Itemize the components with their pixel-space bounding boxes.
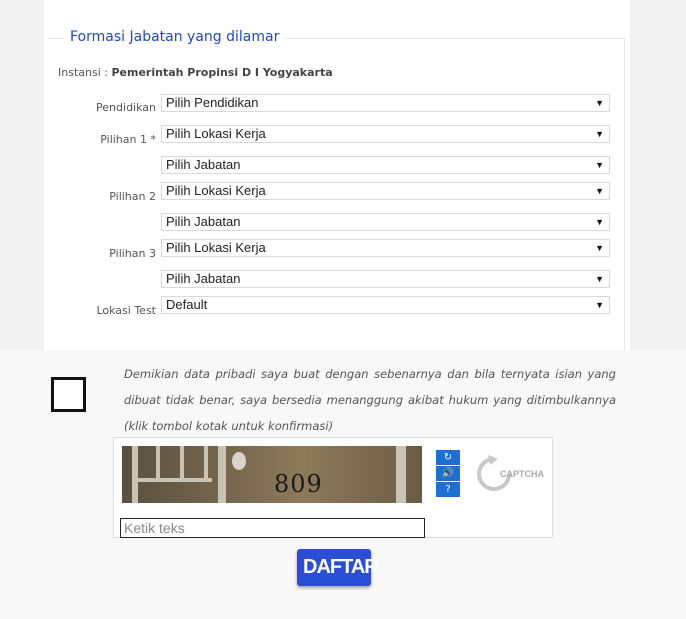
instansi-label: Instansi : <box>58 66 108 79</box>
pilihan1-lokasi-select[interactable]: Pilih Lokasi Kerja ▼ <box>161 125 610 143</box>
pilihan2-lokasi-value: Pilih Lokasi Kerja <box>166 183 266 198</box>
pendidikan-label: Pendidikan <box>96 101 156 114</box>
pilihan1-jabatan-value: Pilih Jabatan <box>166 157 241 172</box>
pilihan2-jabatan-value: Pilih Jabatan <box>166 214 241 229</box>
daftar-button[interactable]: DAFTAR <box>297 549 379 586</box>
pilihan1-jabatan-select[interactable]: Pilih Jabatan ▼ <box>161 156 610 174</box>
lokasi-test-select[interactable]: Default ▼ <box>161 296 610 314</box>
chevron-down-icon: ▼ <box>595 160 604 170</box>
captcha-image: 809 <box>122 446 422 503</box>
chevron-down-icon: ▼ <box>595 98 604 108</box>
lokasi-test-label: Lokasi Test <box>96 304 156 317</box>
pilihan3-lokasi-value: Pilih Lokasi Kerja <box>166 240 266 255</box>
pilihan3-label: Pilihan 3 <box>109 247 156 260</box>
pilihan1-label: Pilihan 1 * <box>100 133 156 146</box>
pilihan2-lokasi-select[interactable]: Pilih Lokasi Kerja ▼ <box>161 182 610 200</box>
pendidikan-select-value: Pilih Pendidikan <box>166 95 259 110</box>
section-legend: Formasi Jabatan yang dilamar <box>64 29 286 45</box>
captcha-input[interactable] <box>120 518 425 538</box>
instansi-value: Pemerintah Propinsi D I Yogyakarta <box>111 66 333 79</box>
pilihan3-lokasi-select[interactable]: Pilih Lokasi Kerja ▼ <box>161 239 610 257</box>
pilihan2-jabatan-select[interactable]: Pilih Jabatan ▼ <box>161 213 610 231</box>
confirm-checkbox[interactable] <box>51 377 86 412</box>
refresh-icon[interactable]: ↻ <box>436 450 460 465</box>
chevron-down-icon: ▼ <box>595 243 604 253</box>
pendidikan-select[interactable]: Pilih Pendidikan ▼ <box>161 94 610 112</box>
captcha-buttons: ↻ 🔊 ? <box>436 450 462 498</box>
captcha-digits: 809 <box>274 470 323 498</box>
pilihan2-label: Pilihan 2 <box>109 190 156 203</box>
pilihan1-lokasi-value: Pilih Lokasi Kerja <box>166 126 266 141</box>
recaptcha-logo-text: CAPTCHA <box>500 469 544 479</box>
chevron-down-icon: ▼ <box>595 274 604 284</box>
pilihan3-jabatan-value: Pilih Jabatan <box>166 271 241 286</box>
chevron-down-icon: ▼ <box>595 300 604 310</box>
chevron-down-icon: ▼ <box>595 129 604 139</box>
audio-icon[interactable]: 🔊 <box>436 466 460 481</box>
declaration-text: Demikian data pribadi saya buat dengan s… <box>124 367 616 433</box>
lokasi-test-value: Default <box>166 297 208 312</box>
chevron-down-icon: ▼ <box>595 186 604 196</box>
help-icon[interactable]: ? <box>436 482 460 497</box>
instansi-row: Instansi : Pemerintah Propinsi D I Yogya… <box>58 66 333 79</box>
chevron-down-icon: ▼ <box>595 217 604 227</box>
pilihan3-jabatan-select[interactable]: Pilih Jabatan ▼ <box>161 270 610 288</box>
